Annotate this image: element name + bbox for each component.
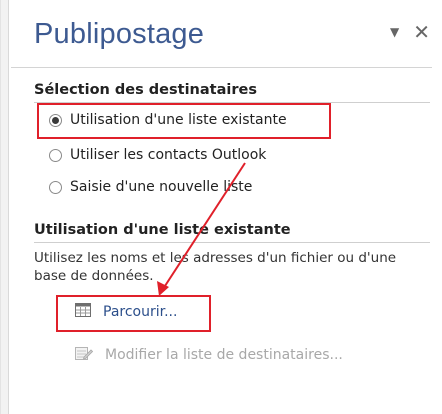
section-description: Utilisez les noms et les adresses d'un f…: [34, 250, 397, 284]
radio-unselected-icon[interactable]: [49, 180, 62, 194]
radio-unselected-icon[interactable]: [49, 148, 62, 162]
pane-left-border: [1, 0, 9, 414]
edit-list-icon: [75, 345, 94, 365]
modify-label: Modifier la liste de destinataires...: [105, 347, 343, 363]
pane-title: Publipostage: [34, 18, 205, 50]
dropdown-arrow-icon[interactable]: ▼: [390, 25, 399, 39]
radio-label: Utiliser les contacts Outlook: [70, 147, 267, 163]
close-icon[interactable]: ✕: [413, 22, 430, 42]
section-title-existing-list: Utilisation d'une liste existante: [34, 222, 291, 238]
radio-label: Saisie d'une nouvelle liste: [70, 179, 253, 195]
section-title-recipients: Sélection des destinataires: [34, 82, 257, 98]
radio-outlook-contacts[interactable]: Utiliser les contacts Outlook: [49, 147, 266, 163]
mail-merge-pane: Publipostage ▼ ✕ Sélection des destinata…: [0, 0, 442, 414]
modify-recipients-button: Modifier la liste de destinataires...: [75, 345, 343, 365]
radio-new-list[interactable]: Saisie d'une nouvelle liste: [49, 179, 252, 195]
annotation-box-existing-list: [37, 103, 331, 139]
section-divider: [34, 242, 430, 243]
annotation-box-browse: [56, 295, 211, 332]
pane-header-controls: ▼ ✕: [390, 22, 430, 42]
header-divider: [11, 67, 432, 68]
